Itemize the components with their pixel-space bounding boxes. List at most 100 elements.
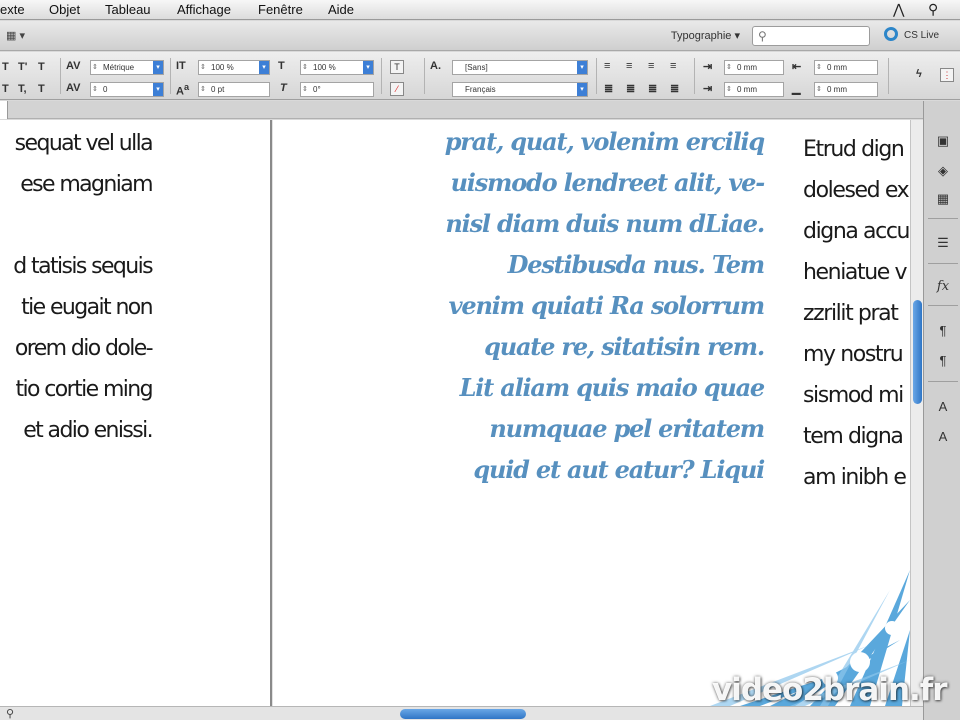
text-line: heniatue v [803, 260, 908, 285]
control-panel: T T' T T T, T AV ⇕ Métrique ▾ AV ⇕ 0 ▾ IT ⇕ 1… [0, 52, 960, 100]
menu-aide[interactable]: Aide [328, 0, 354, 19]
effects-icon[interactable]: fx [929, 277, 957, 297]
panel-dock: ▣ ◈ ▦ ☰ fx ¶ ¶ A A [923, 101, 960, 720]
search-input[interactable]: ⚲ [752, 26, 870, 46]
adobe-icon[interactable]: ⋀ [893, 0, 904, 19]
chevron-down-icon: ▾ [19, 30, 25, 42]
stroke-icon[interactable]: ☰ [929, 233, 957, 253]
separator [694, 58, 695, 94]
menu-tableau[interactable]: Tableau [105, 0, 151, 19]
text-line: zzrilit prat [803, 301, 899, 326]
quote-line: venim quiati Ra solorrum [448, 291, 766, 320]
quote-line: Lit aliam quis maio quae [459, 373, 766, 402]
justify-right-icon[interactable]: ≣ [648, 82, 657, 95]
space-after-field[interactable]: ⇕ 0 mm [814, 82, 878, 97]
layers-icon[interactable]: ◈ [929, 161, 957, 181]
kerning-field[interactable]: ⇕ Métrique ▾ [90, 60, 164, 75]
text-fill-button[interactable]: T [390, 60, 404, 74]
small-caps-icon[interactable]: T [2, 83, 9, 95]
menu-objet[interactable]: Objet [49, 0, 80, 19]
first-line-indent-field[interactable]: ⇕ 0 mm [724, 82, 784, 97]
text-line: am inibh e [803, 465, 907, 490]
vertical-scroll-thumb[interactable] [913, 300, 922, 404]
all-caps-icon[interactable]: T [2, 61, 9, 73]
quick-apply-icon[interactable]: ϟ [916, 68, 922, 80]
horizontal-scroll-thumb[interactable] [400, 709, 526, 719]
kerning-icon: AV [66, 60, 81, 72]
vertical-scale-icon: IT [176, 60, 186, 72]
cs-live-icon [884, 27, 898, 41]
vertical-scale-field[interactable]: ⇕ 100 % ▾ [198, 60, 270, 75]
text-stroke-button[interactable]: ⁄ [390, 82, 404, 96]
menu-fenetre[interactable]: Fenêtre [258, 0, 303, 19]
search-icon: ⚲ [758, 29, 767, 43]
font-family-field[interactable]: [Sans] ▾ [452, 60, 588, 75]
character-style-icon: A. [430, 60, 441, 72]
quote-line: nisl diam duis num dLiae. [445, 209, 765, 238]
horizontal-scale-field[interactable]: ⇕ 100 % ▾ [300, 60, 374, 75]
text-line: et adio enissi. [23, 418, 153, 443]
column-guide [272, 120, 273, 706]
pull-quote-frame[interactable]: prat, quat, volenim erciliq uismodo lend… [392, 121, 766, 490]
separator [170, 58, 171, 94]
links-icon[interactable]: ▦ [929, 189, 957, 209]
language-field[interactable]: Français ▾ [452, 82, 588, 97]
baseline-shift-icon: Aa [176, 82, 190, 98]
pages-icon[interactable]: ▣ [929, 131, 957, 151]
right-indent-field[interactable]: ⇕ 0 mm [814, 60, 878, 75]
space-after-icon: ▁ [792, 83, 801, 95]
zoom-icon[interactable]: ⚲ [6, 707, 14, 720]
align-justify-icon[interactable]: ≡ [670, 60, 676, 72]
left-indent-field[interactable]: ⇕ 0 mm [724, 60, 784, 75]
justify-all-icon[interactable]: ≣ [670, 82, 679, 95]
text-frame-right[interactable]: Etrud dign dolesed ex digna accu heniatu… [803, 129, 910, 498]
justify-left-icon[interactable]: ≣ [604, 82, 613, 95]
right-indent-icon: ⇤ [792, 61, 802, 73]
separator [888, 58, 889, 94]
application-bar: ▦ ▾ Typographie ▾ ⚲ CS Live [0, 21, 960, 51]
text-frame-left[interactable]: sequat vel ulla ese magniam d tatisis se… [0, 123, 153, 451]
workspace-switcher[interactable]: Typographie ▾ [640, 27, 740, 45]
text-line: digna accu [803, 219, 910, 244]
baseline-shift-field[interactable]: ⇕ 0 pt [198, 82, 270, 97]
text-line: d tatisis sequis [13, 254, 153, 279]
strikethrough-icon[interactable]: T [38, 83, 45, 95]
view-options-button[interactable]: ▦ ▾ [6, 28, 44, 45]
text-line: ese magniam [20, 172, 153, 197]
spotlight-search-icon[interactable]: ⚲ [928, 0, 938, 19]
text-line: tem digna [803, 424, 904, 449]
skew-icon: T [280, 82, 287, 94]
text-line: tie eugait non [21, 295, 153, 320]
paragraph-styles-icon[interactable]: ¶ [929, 351, 957, 371]
separator [424, 58, 425, 94]
menu-affichage[interactable]: Affichage [177, 0, 231, 19]
text-line: dolesed ex [803, 178, 910, 203]
ruler-origin[interactable] [0, 101, 8, 119]
separator [381, 58, 382, 94]
text-line [0, 205, 152, 246]
panel-menu-button[interactable]: ⋮ [940, 68, 954, 82]
cs-live-button[interactable]: CS Live [884, 27, 956, 45]
vertical-scrollbar[interactable] [910, 120, 923, 706]
superscript-icon[interactable]: T' [18, 61, 27, 73]
skew-field[interactable]: ⇕ 0° [300, 82, 374, 97]
subscript-icon[interactable]: T, [18, 83, 27, 95]
align-right-icon[interactable]: ≡ [648, 60, 654, 72]
horizontal-scale-icon: T [278, 60, 285, 72]
align-center-icon[interactable]: ≡ [626, 60, 632, 72]
justify-center-icon[interactable]: ≣ [626, 82, 635, 95]
character-styles-icon[interactable]: A [929, 427, 957, 447]
tracking-icon: AV [66, 82, 81, 94]
document-canvas[interactable]: sequat vel ulla ese magniam d tatisis se… [0, 120, 910, 706]
grid-icon: ▦ [6, 30, 17, 42]
quote-line: quate re, sitatisin rem. [484, 332, 765, 361]
text-line: tio cortie ming [15, 377, 153, 402]
quote-line: Destibusda nus. Tem [507, 250, 766, 279]
character-icon[interactable]: A [929, 397, 957, 417]
menu-texte[interactable]: exte [0, 0, 25, 19]
left-indent-icon: ⇥ [703, 61, 713, 73]
paragraph-icon[interactable]: ¶ [929, 321, 957, 341]
underline-icon[interactable]: T [38, 61, 45, 73]
align-left-icon[interactable]: ≡ [604, 60, 610, 72]
tracking-field[interactable]: ⇕ 0 ▾ [90, 82, 164, 97]
